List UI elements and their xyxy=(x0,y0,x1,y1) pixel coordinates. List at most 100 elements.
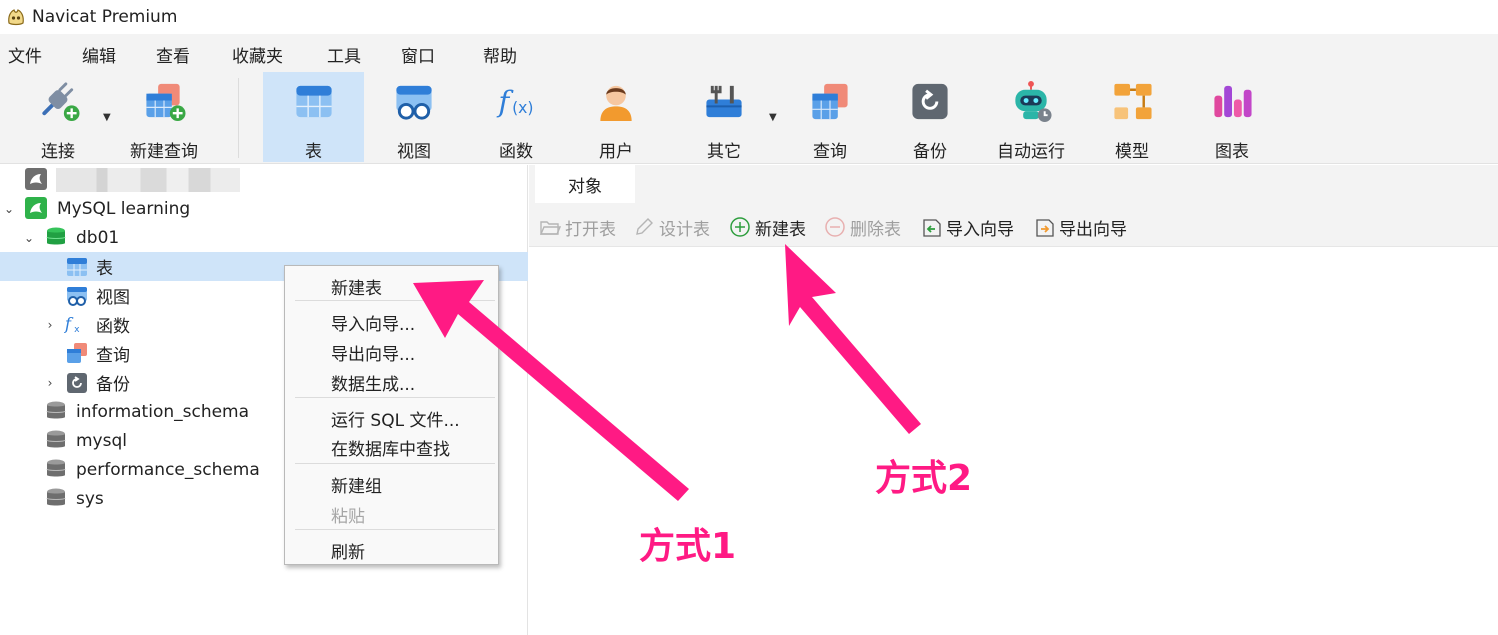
new-table-button[interactable]: 新建表 xyxy=(729,215,806,240)
tab-objects[interactable]: 对象 xyxy=(535,165,635,203)
ctx-separator xyxy=(295,300,495,301)
menu-help[interactable]: 帮助 xyxy=(483,42,517,67)
tree-item-label: 备份 xyxy=(96,375,130,395)
export-icon xyxy=(1036,219,1054,237)
ctx-import-wizard[interactable]: 导入向导... xyxy=(331,310,415,335)
ctx-find-in-database[interactable]: 在数据库中查找 xyxy=(331,435,450,460)
model-label: 模型 xyxy=(1115,142,1149,162)
table-button[interactable]: 表 xyxy=(263,72,364,162)
menu-view[interactable]: 查看 xyxy=(156,42,190,67)
delete-table-label: 删除表 xyxy=(850,219,901,240)
database-label: db01 xyxy=(76,227,120,248)
main-toolbar: 连接 ▼ 新建查询 表 视图 f (x) 函数 用户 其它 ▼ 查询 备份 自动… xyxy=(0,72,1498,164)
design-table-button[interactable]: 设计表 xyxy=(633,215,710,240)
table-icon xyxy=(295,85,332,118)
navicat-logo-icon xyxy=(8,9,24,26)
chevron-right-icon[interactable]: › xyxy=(43,318,57,332)
tree-connection-redacted[interactable] xyxy=(0,165,528,194)
tree-connection-mysql-learning[interactable]: ⌄ MySQL learning xyxy=(0,194,528,223)
ctx-separator xyxy=(295,529,495,530)
model-button[interactable]: 模型 xyxy=(1090,72,1174,162)
delete-table-button[interactable]: 删除表 xyxy=(824,215,901,240)
backup-icon xyxy=(912,83,948,120)
robot-icon xyxy=(1015,80,1052,123)
object-toolbar: 打开表 设计表 新建表 删除表 导入向导 导出向导 xyxy=(529,203,1498,247)
menu-tools[interactable]: 工具 xyxy=(327,42,361,67)
other-button[interactable]: 其它 xyxy=(682,72,766,162)
user-label: 用户 xyxy=(599,142,633,162)
ctx-paste[interactable]: 粘贴 xyxy=(331,502,365,527)
tree-item-label: 视图 xyxy=(96,288,130,308)
function-fx-icon: f (x) xyxy=(496,84,533,118)
backup-button[interactable]: 备份 xyxy=(888,72,972,162)
plus-circle-icon xyxy=(730,217,750,237)
function-fx-icon: f x xyxy=(64,315,80,336)
import-icon xyxy=(923,219,941,237)
navicat-window: Navicat Premium 文件 编辑 查看 收藏夹 工具 窗口 帮助 连接… xyxy=(0,0,1498,635)
open-table-label: 打开表 xyxy=(565,219,616,240)
import-wizard-button[interactable]: 导入向导 xyxy=(920,215,1014,240)
new-query-label: 新建查询 xyxy=(130,142,198,162)
connection-label: MySQL learning xyxy=(57,198,191,219)
view-button[interactable]: 视图 xyxy=(372,72,456,162)
automation-label: 自动运行 xyxy=(997,142,1065,162)
connect-label: 连接 xyxy=(41,142,75,162)
chevron-down-icon[interactable]: ⌄ xyxy=(2,202,16,216)
ctx-separator xyxy=(295,397,495,398)
tree-item-label: 查询 xyxy=(96,346,130,366)
ctx-refresh[interactable]: 刷新 xyxy=(331,538,365,563)
database-green-icon xyxy=(46,227,66,245)
chevron-down-icon[interactable]: ⌄ xyxy=(22,231,36,245)
chevron-right-icon[interactable]: › xyxy=(43,376,57,390)
minus-circle-icon xyxy=(825,217,845,237)
svg-text:(x): (x) xyxy=(512,98,533,117)
menu-file[interactable]: 文件 xyxy=(8,42,42,67)
ctx-new-table[interactable]: 新建表 xyxy=(331,274,382,299)
new-table-label: 新建表 xyxy=(755,219,806,240)
new-query-icon xyxy=(146,83,186,122)
connect-button[interactable]: 连接 xyxy=(22,72,94,162)
view-glasses-icon xyxy=(67,287,87,306)
tree-item-label: 表 xyxy=(96,259,113,279)
ctx-data-generation[interactable]: 数据生成... xyxy=(331,370,415,395)
tree-item-label: 函数 xyxy=(96,317,130,337)
new-query-button[interactable]: 新建查询 xyxy=(124,72,204,162)
ctx-export-wizard[interactable]: 导出向导... xyxy=(331,340,415,365)
ctx-run-sql-file[interactable]: 运行 SQL 文件... xyxy=(331,406,460,431)
mysql-dolphin-icon xyxy=(25,197,47,219)
menu-bar: 文件 编辑 查看 收藏夹 工具 窗口 帮助 xyxy=(0,34,1498,72)
function-label: 函数 xyxy=(499,142,533,162)
annotation-method2-label: 方式2 xyxy=(875,458,973,499)
database-label: performance_schema xyxy=(76,459,260,480)
view-label: 视图 xyxy=(397,142,431,162)
folder-open-icon xyxy=(539,221,561,235)
redacted-connection-name xyxy=(56,168,240,192)
menu-window[interactable]: 窗口 xyxy=(401,42,435,67)
database-label: sys xyxy=(76,488,104,509)
import-wizard-label: 导入向导 xyxy=(946,219,1014,240)
backup-icon xyxy=(67,373,87,393)
automation-button[interactable]: 自动运行 xyxy=(988,72,1074,162)
chart-button[interactable]: 图表 xyxy=(1190,72,1274,162)
backup-label: 备份 xyxy=(913,142,947,162)
user-button[interactable]: 用户 xyxy=(574,72,658,162)
tree-database-db01[interactable]: ⌄ db01 xyxy=(0,223,528,252)
window-title: Navicat Premium xyxy=(32,7,178,27)
query-button[interactable]: 查询 xyxy=(788,72,872,162)
export-wizard-button[interactable]: 导出向导 xyxy=(1033,215,1127,240)
menu-edit[interactable]: 编辑 xyxy=(82,42,116,67)
connect-dropdown-caret-icon[interactable]: ▼ xyxy=(103,112,111,123)
open-table-button[interactable]: 打开表 xyxy=(539,215,616,240)
design-table-label: 设计表 xyxy=(659,219,710,240)
other-dropdown-caret-icon[interactable]: ▼ xyxy=(769,112,777,123)
function-button[interactable]: f (x) 函数 xyxy=(474,72,558,162)
view-glasses-icon xyxy=(396,85,432,120)
menu-favorites[interactable]: 收藏夹 xyxy=(232,42,283,67)
plug-add-icon xyxy=(42,82,80,122)
tab-strip: 对象 xyxy=(529,165,1498,203)
user-icon xyxy=(600,85,632,122)
database-gray-icon xyxy=(46,459,66,477)
ctx-new-group[interactable]: 新建组 xyxy=(331,472,382,497)
tools-icon xyxy=(706,85,742,118)
svg-text:f: f xyxy=(64,315,74,334)
